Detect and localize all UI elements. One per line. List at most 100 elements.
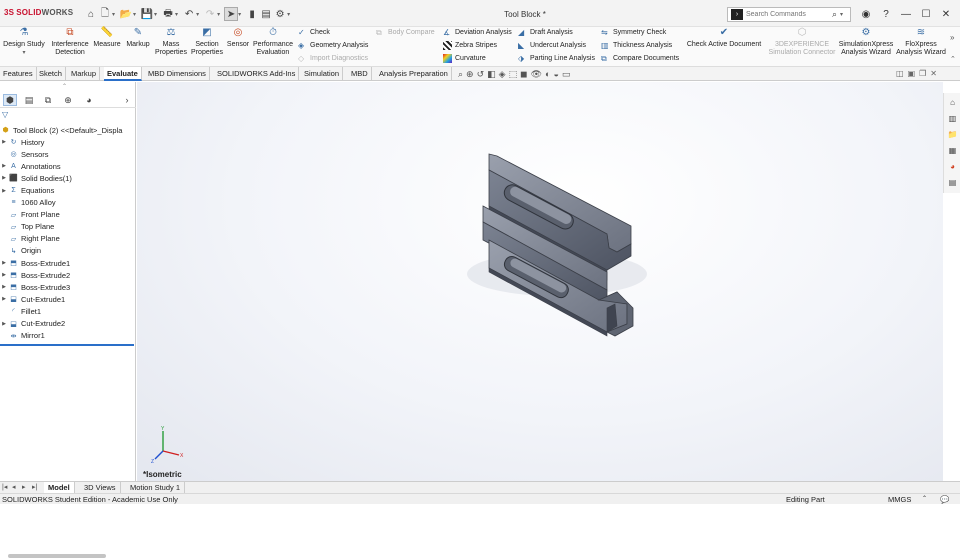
check-active-document-button[interactable]: ✔ Check Active Document <box>686 28 762 49</box>
sensor-button[interactable]: ◎ Sensor <box>226 28 250 49</box>
tab-solidworks-add-ins[interactable]: SOLIDWORKS Add-Ins <box>214 67 300 81</box>
maximize-icon[interactable]: ☐ <box>916 6 936 22</box>
horizontal-scrollbar[interactable] <box>8 554 106 558</box>
zoom-to-area-icon[interactable]: ⊕ <box>466 69 474 80</box>
mass-properties-button[interactable]: ⚖ Mass Properties <box>154 28 188 57</box>
check-button[interactable]: ✓ Check <box>298 28 330 37</box>
search-input[interactable] <box>746 11 832 18</box>
thickness-analysis-button[interactable]: ▥ Thickness Analysis <box>601 41 672 50</box>
open-folder-icon[interactable]: 📂 <box>119 7 133 21</box>
appearances-icon[interactable]: ◕ <box>946 160 959 173</box>
deviation-analysis-button[interactable]: ∡ Deviation Analysis <box>443 28 512 37</box>
tree-item[interactable]: ≡ 1060 Alloy <box>0 197 136 209</box>
menu-expand-icon[interactable]: › <box>64 8 67 17</box>
tree-item[interactable]: ▶ ⬒ Boss-Extrude2 <box>0 269 136 281</box>
chevron-down-icon[interactable]: ▾ <box>133 11 136 18</box>
expand-arrow-icon[interactable]: ▶ <box>0 296 8 302</box>
expand-arrow-icon[interactable]: ▶ <box>0 139 8 145</box>
tab-analysis-preparation[interactable]: Analysis Preparation <box>376 67 452 81</box>
design-library-icon[interactable]: ▥ <box>946 112 959 125</box>
tab-mbd[interactable]: MBD <box>348 67 372 81</box>
expand-arrow-icon[interactable]: ▶ <box>0 175 8 181</box>
user-account-icon[interactable]: ◉ <box>856 6 876 22</box>
custom-properties-icon[interactable]: ▤ <box>946 176 959 189</box>
chevron-right-icon[interactable]: › <box>120 94 134 106</box>
tile-view-icon[interactable]: ▣ <box>908 69 916 78</box>
unit-system[interactable]: MMGS <box>888 494 911 505</box>
help-icon[interactable]: ? <box>876 6 896 22</box>
simulation-connector-button[interactable]: ⬡ 3DEXPERIENCE Simulation Connector <box>766 28 838 57</box>
next-tab-icon[interactable]: ▸ <box>22 483 26 491</box>
chevron-up-icon[interactable]: ⌃ <box>922 494 927 505</box>
tree-root[interactable]: ⬢ Tool Block (2) <<Default>_Displa <box>0 124 136 136</box>
solidworks-logo[interactable]: 3S SOLIDWORKS <box>4 8 73 17</box>
select-arrow-icon[interactable]: ➤ <box>224 7 239 21</box>
search-commands[interactable]: › ⌕ ▾ <box>727 7 851 22</box>
undercut-analysis-button[interactable]: ◣ Undercut Analysis <box>518 41 586 50</box>
tree-item[interactable]: ▶ ↻ History <box>0 136 136 148</box>
close-icon[interactable]: ✕ <box>936 6 956 22</box>
tool-block-model[interactable] <box>137 82 943 481</box>
feature-manager-icon[interactable]: ⬢ <box>3 94 17 106</box>
tree-item[interactable]: ▶ ⬓ Cut-Extrude1 <box>0 293 136 305</box>
chevron-down-icon[interactable]: ▾ <box>840 11 843 18</box>
expand-arrow-icon[interactable]: ▶ <box>0 188 8 194</box>
measure-button[interactable]: 📏 Measure <box>92 28 122 49</box>
import-diagnostics-button[interactable]: ◇ Import Diagnostics <box>298 54 368 63</box>
interference-detection-button[interactable]: ⧉ Interference Detection <box>50 28 90 57</box>
section-properties-button[interactable]: ◩ Section Properties <box>190 28 224 57</box>
expand-arrow-icon[interactable]: ▶ <box>0 272 8 278</box>
tree-item[interactable]: ▱ Right Plane <box>0 233 136 245</box>
last-tab-icon[interactable]: ▸| <box>32 483 37 491</box>
section-view-icon[interactable]: ◧ <box>487 69 496 80</box>
compare-documents-button[interactable]: ⧉ Compare Documents <box>601 54 679 63</box>
split-view-icon[interactable]: ◫ <box>896 69 904 78</box>
tree-item[interactable]: ▶ Σ Equations <box>0 184 136 196</box>
chevron-down-icon[interactable]: ▾ <box>112 11 115 18</box>
tree-item[interactable]: ↳ Origin <box>0 245 136 257</box>
graphics-area[interactable]: Y X Z *Isometric <box>137 82 943 481</box>
previous-tab-icon[interactable]: ◂ <box>12 483 16 491</box>
simulationxpress-button[interactable]: ⚙ SimulationXpress Analysis Wizard <box>838 28 894 57</box>
expand-arrow-icon[interactable]: ▶ <box>0 260 8 266</box>
draft-analysis-button[interactable]: ◢ Draft Analysis <box>518 28 573 37</box>
tree-item[interactable]: ▶ ⬒ Boss-Extrude1 <box>0 257 136 269</box>
view-settings-icon[interactable]: ▭ <box>562 69 571 80</box>
new-document-icon[interactable]: 🗋 <box>98 7 112 21</box>
tab-simulation[interactable]: Simulation <box>301 67 344 81</box>
tab-features[interactable]: Features <box>0 67 37 81</box>
dimxpert-manager-icon[interactable]: ⊕ <box>61 94 75 106</box>
tree-item[interactable]: ▱ Top Plane <box>0 221 136 233</box>
rollback-bar[interactable] <box>0 343 134 346</box>
file-properties-icon[interactable]: ▤ <box>259 7 273 21</box>
tab-evaluate[interactable]: Evaluate <box>104 67 142 81</box>
dynamic-annotation-icon[interactable]: ◈ <box>499 69 506 80</box>
tree-item[interactable]: ▱ Front Plane <box>0 209 136 221</box>
feedback-icon[interactable]: 💬 <box>940 494 949 505</box>
chevron-down-icon[interactable]: ▾ <box>154 11 157 18</box>
curvature-button[interactable]: Curvature <box>443 54 486 63</box>
undo-icon[interactable]: ↶ <box>182 7 196 21</box>
markup-button[interactable]: ✎ Markup <box>124 28 152 49</box>
zebra-stripes-button[interactable]: Zebra Stripes <box>443 41 497 50</box>
symmetry-check-button[interactable]: ⇋ Symmetry Check <box>601 28 666 37</box>
tree-item[interactable]: ◎ Sensors <box>0 148 136 160</box>
chevron-down-icon[interactable]: ▾ <box>217 11 220 18</box>
chevron-down-icon[interactable]: ▾ <box>175 11 178 18</box>
redo-icon[interactable]: ↷ <box>203 7 217 21</box>
zoom-to-fit-icon[interactable]: ⌕ <box>458 69 463 80</box>
tree-item[interactable]: ◜ Fillet1 <box>0 305 136 317</box>
chevron-down-icon[interactable]: ▾ <box>2 49 46 57</box>
view-palette-icon[interactable]: ▦ <box>946 144 959 157</box>
minimize-icon[interactable]: — <box>896 6 916 22</box>
tree-item[interactable]: ▶ ⬒ Boss-Extrude3 <box>0 281 136 293</box>
solidworks-resources-icon[interactable]: ⌂ <box>946 96 959 109</box>
tree-item[interactable]: ▶ A Annotations <box>0 160 136 172</box>
chevron-down-icon[interactable]: ▾ <box>196 11 199 18</box>
edit-appearance-icon[interactable]: ◐ <box>545 69 550 80</box>
property-manager-icon[interactable]: ▤ <box>22 94 36 106</box>
performance-evaluation-button[interactable]: ⏱ Performance Evaluation <box>252 28 294 57</box>
close-view-icon[interactable]: ✕ <box>930 69 937 78</box>
save-icon[interactable]: 💾 <box>140 7 154 21</box>
expand-arrow-icon[interactable]: ▶ <box>0 284 8 290</box>
